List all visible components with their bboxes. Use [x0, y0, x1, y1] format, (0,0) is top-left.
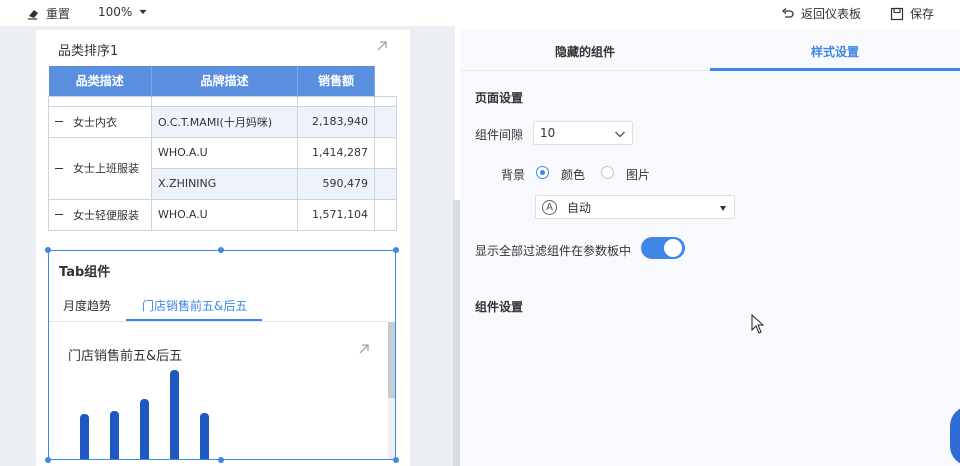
sales-cell: 1,414,287 [297, 136, 375, 169]
empty-cell [374, 198, 397, 231]
category-cell[interactable]: 女士内衣 [48, 105, 152, 138]
tab-widget-title: Tab组件 [59, 265, 111, 280]
table-row: 女士内衣 O.C.T.MAMI(十月妈咪) 2,183,940 [48, 105, 397, 138]
category-text: 女士轻便服装 [73, 208, 139, 222]
zoom-value: 100% [98, 5, 133, 19]
tab-style-settings[interactable]: 样式设置 [811, 43, 859, 60]
table-row-partial [48, 95, 397, 107]
save-label: 保存 [910, 7, 935, 21]
eraser-icon [28, 9, 38, 20]
resize-handle[interactable] [218, 457, 224, 463]
chart-title: 门店销售前五&后五 [68, 349, 183, 364]
sales-table: 品类描述 品牌描述 销售额 女士内衣 O.C.T.MAMI(十月妈咪) 2,18… [48, 66, 397, 231]
page-settings-title: 页面设置 [475, 91, 524, 105]
partial-cell [151, 95, 298, 107]
chart-bar[interactable] [80, 414, 89, 459]
category-cell[interactable]: 女士轻便服装 [48, 198, 152, 231]
empty-cell [374, 105, 397, 138]
image-option-label: 图片 [626, 168, 651, 182]
mouse-pointer-icon [751, 314, 765, 334]
save-button[interactable]: 保存 [890, 5, 934, 22]
tab-monthly-trend[interactable]: 月度趋势 [63, 297, 111, 314]
save-disk-icon [890, 7, 904, 20]
expand-arrow-icon[interactable] [375, 39, 389, 53]
partial-cell [297, 95, 375, 107]
resize-handle[interactable] [45, 247, 51, 253]
collapse-icon[interactable] [55, 121, 63, 122]
reset-label: 重置 [46, 7, 71, 21]
empty-cell [374, 167, 397, 200]
chart-bar[interactable] [170, 370, 179, 459]
show-filters-label: 显示全部过滤组件在参数板中 [475, 244, 632, 258]
collapse-icon[interactable] [55, 167, 63, 169]
gap-select[interactable]: 10 [533, 121, 633, 145]
table-row: 女士轻便服装 WHO.A.U 1,571,104 [48, 198, 397, 231]
color-option-label: 颜色 [561, 168, 586, 182]
category-cell[interactable]: 女士上班服装 [48, 136, 152, 200]
auto-color-badge: A [542, 199, 557, 215]
header-sales[interactable]: 销售额 [297, 66, 375, 96]
collapse-icon[interactable] [55, 214, 63, 215]
reset-button[interactable]: 重置 [26, 5, 70, 22]
gap-value: 10 [540, 126, 556, 140]
back-label: 返回仪表板 [801, 7, 862, 21]
partial-cell [374, 95, 397, 107]
toggle-knob [664, 239, 682, 257]
gap-label: 组件间隙 [475, 128, 524, 142]
category-text: 女士内衣 [73, 115, 117, 129]
chart-bar[interactable] [200, 413, 209, 459]
sales-cell: 1,571,104 [297, 198, 375, 231]
tab-content-scrollbar-thumb[interactable] [388, 322, 395, 398]
tab-divider [49, 321, 389, 322]
empty-cell [374, 136, 397, 169]
table-row: 女士上班服装 WHO.A.U 1,414,287 [48, 136, 397, 200]
expand-arrow-icon[interactable] [357, 342, 371, 356]
chart-bar[interactable] [110, 411, 119, 459]
active-panel-tab-indicator [710, 68, 960, 71]
category-text: 女士上班服装 [73, 162, 139, 175]
zoom-dropdown[interactable]: 100% [98, 5, 148, 19]
sales-cell: 590,479 [297, 167, 375, 200]
header-spacer [374, 66, 397, 96]
resize-handle[interactable] [393, 457, 399, 463]
brand-cell: O.C.T.MAMI(十月妈咪) [151, 105, 298, 138]
header-brand[interactable]: 品牌描述 [151, 66, 298, 96]
sales-cell: 2,183,940 [297, 105, 375, 138]
partial-cell [48, 95, 152, 107]
auto-color-value: 自动 [567, 200, 592, 215]
caret-down-icon [139, 9, 147, 15]
brand-cell: X.ZHINING [151, 167, 298, 200]
tab-store-sales-top-bottom[interactable]: 门店销售前五&后五 [142, 297, 247, 314]
undo-arrow-icon [781, 7, 794, 18]
image-radio[interactable] [601, 166, 614, 179]
header-category[interactable]: 品类描述 [48, 66, 152, 96]
background-label: 背景 [501, 168, 526, 182]
color-radio[interactable] [536, 166, 549, 179]
chart-bar[interactable] [140, 399, 149, 459]
chevron-down-icon [615, 131, 625, 138]
background-color-select[interactable]: A 自动 [535, 195, 735, 219]
table-card-title: 品类排序1 [58, 44, 119, 59]
table-header-row: 品类描述 品牌描述 销售额 [48, 66, 397, 96]
tab-hidden-components[interactable]: 隐藏的组件 [555, 43, 615, 60]
brand-cell: WHO.A.U [151, 136, 298, 169]
resize-handle[interactable] [45, 457, 51, 463]
top-toolbar: 重置 100% 返回仪表板 保存 [0, 0, 960, 26]
brand-cell: WHO.A.U [151, 198, 298, 231]
component-settings-title: 组件设置 [475, 300, 524, 314]
resize-handle[interactable] [393, 247, 399, 253]
caret-down-icon [720, 206, 726, 211]
back-to-dashboard-button[interactable]: 返回仪表板 [781, 5, 861, 22]
resize-handle[interactable] [218, 247, 224, 253]
canvas-scrollbar[interactable] [453, 200, 460, 466]
